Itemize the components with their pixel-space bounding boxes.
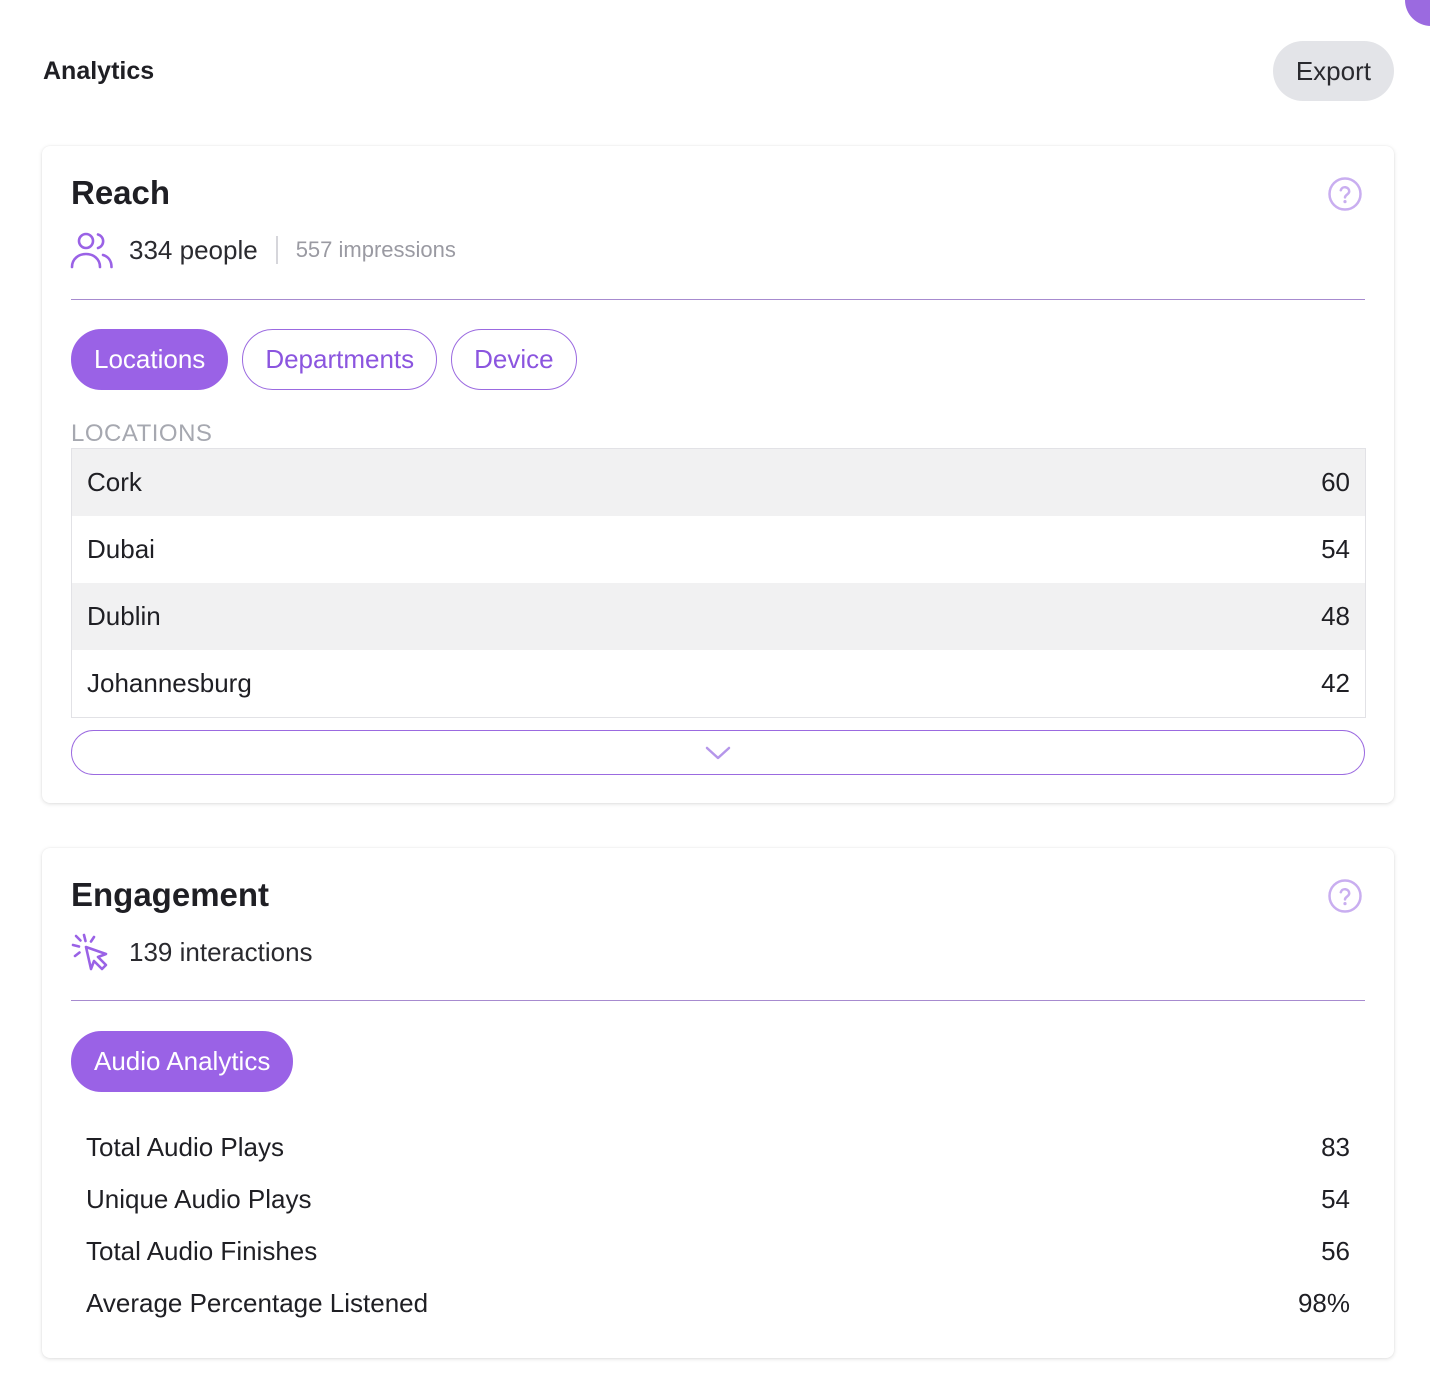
engagement-tabs: Audio Analytics (71, 1031, 294, 1092)
help-icon[interactable] (1327, 878, 1363, 914)
engagement-summary: 139 interactions (70, 930, 313, 974)
corner-badge[interactable] (1405, 0, 1430, 26)
stat-value: 98% (1297, 1287, 1350, 1318)
list-item: Unique Audio Plays 54 (71, 1173, 1365, 1225)
stat-label: Average Percentage Listened (86, 1287, 429, 1318)
expand-locations-button[interactable] (71, 730, 1365, 775)
list-item: Average Percentage Listened 98% (71, 1277, 1365, 1329)
reach-summary: 334 people 557 impressions (70, 228, 456, 272)
page-header: Analytics Export (43, 41, 1394, 101)
tab-device[interactable]: Device (451, 329, 577, 390)
stat-value: 54 (1321, 1183, 1350, 1214)
table-row: Dublin 48 (72, 583, 1365, 650)
location-value: 54 (1321, 534, 1350, 564)
table-row: Johannesburg 42 (72, 650, 1365, 717)
page-title: Analytics (43, 56, 155, 85)
list-item: Total Audio Finishes 56 (71, 1225, 1365, 1277)
location-value: 42 (1321, 668, 1350, 698)
stat-label: Total Audio Plays (86, 1131, 285, 1162)
tab-departments[interactable]: Departments (242, 329, 438, 390)
list-item: Total Audio Plays 83 (71, 1121, 1365, 1173)
chevron-down-icon (705, 746, 731, 759)
reach-title: Reach (71, 174, 171, 211)
people-count: 334 people (129, 234, 258, 265)
engagement-title: Engagement (71, 876, 270, 913)
table-row: Cork 60 (72, 449, 1365, 516)
location-value: 60 (1321, 467, 1350, 497)
reach-card: Reach 334 people 557 impressions Locatio… (42, 146, 1394, 803)
cursor-click-icon (71, 933, 108, 971)
location-name: Dublin (87, 601, 161, 631)
summary-separator (275, 236, 278, 264)
users-icon (70, 232, 113, 269)
stat-label: Unique Audio Plays (86, 1183, 312, 1214)
stat-label: Total Audio Finishes (86, 1235, 318, 1266)
interactions-count: 139 interactions (129, 936, 313, 967)
locations-label: LOCATIONS (71, 420, 213, 447)
stat-value: 83 (1321, 1131, 1350, 1162)
impressions-count: 557 impressions (295, 237, 456, 262)
tab-locations[interactable]: Locations (71, 329, 229, 390)
audio-stats: Total Audio Plays 83 Unique Audio Plays … (71, 1121, 1365, 1329)
engagement-card: Engagement 139 interactions Audio Analyt… (42, 848, 1394, 1358)
reach-tabs: Locations Departments Device (71, 329, 577, 390)
tab-audio-analytics[interactable]: Audio Analytics (71, 1031, 294, 1092)
location-value: 48 (1321, 601, 1350, 631)
location-name: Dubai (87, 534, 155, 564)
export-button[interactable]: Export (1272, 41, 1394, 101)
location-name: Cork (87, 467, 142, 497)
help-icon[interactable] (1327, 176, 1363, 212)
reach-divider (71, 299, 1365, 300)
table-row: Dubai 54 (72, 516, 1365, 583)
location-name: Johannesburg (87, 668, 252, 698)
stat-value: 56 (1321, 1235, 1350, 1266)
locations-table: Cork 60 Dubai 54 Dublin 48 Johannesburg … (71, 448, 1366, 718)
engagement-divider (71, 1000, 1365, 1001)
